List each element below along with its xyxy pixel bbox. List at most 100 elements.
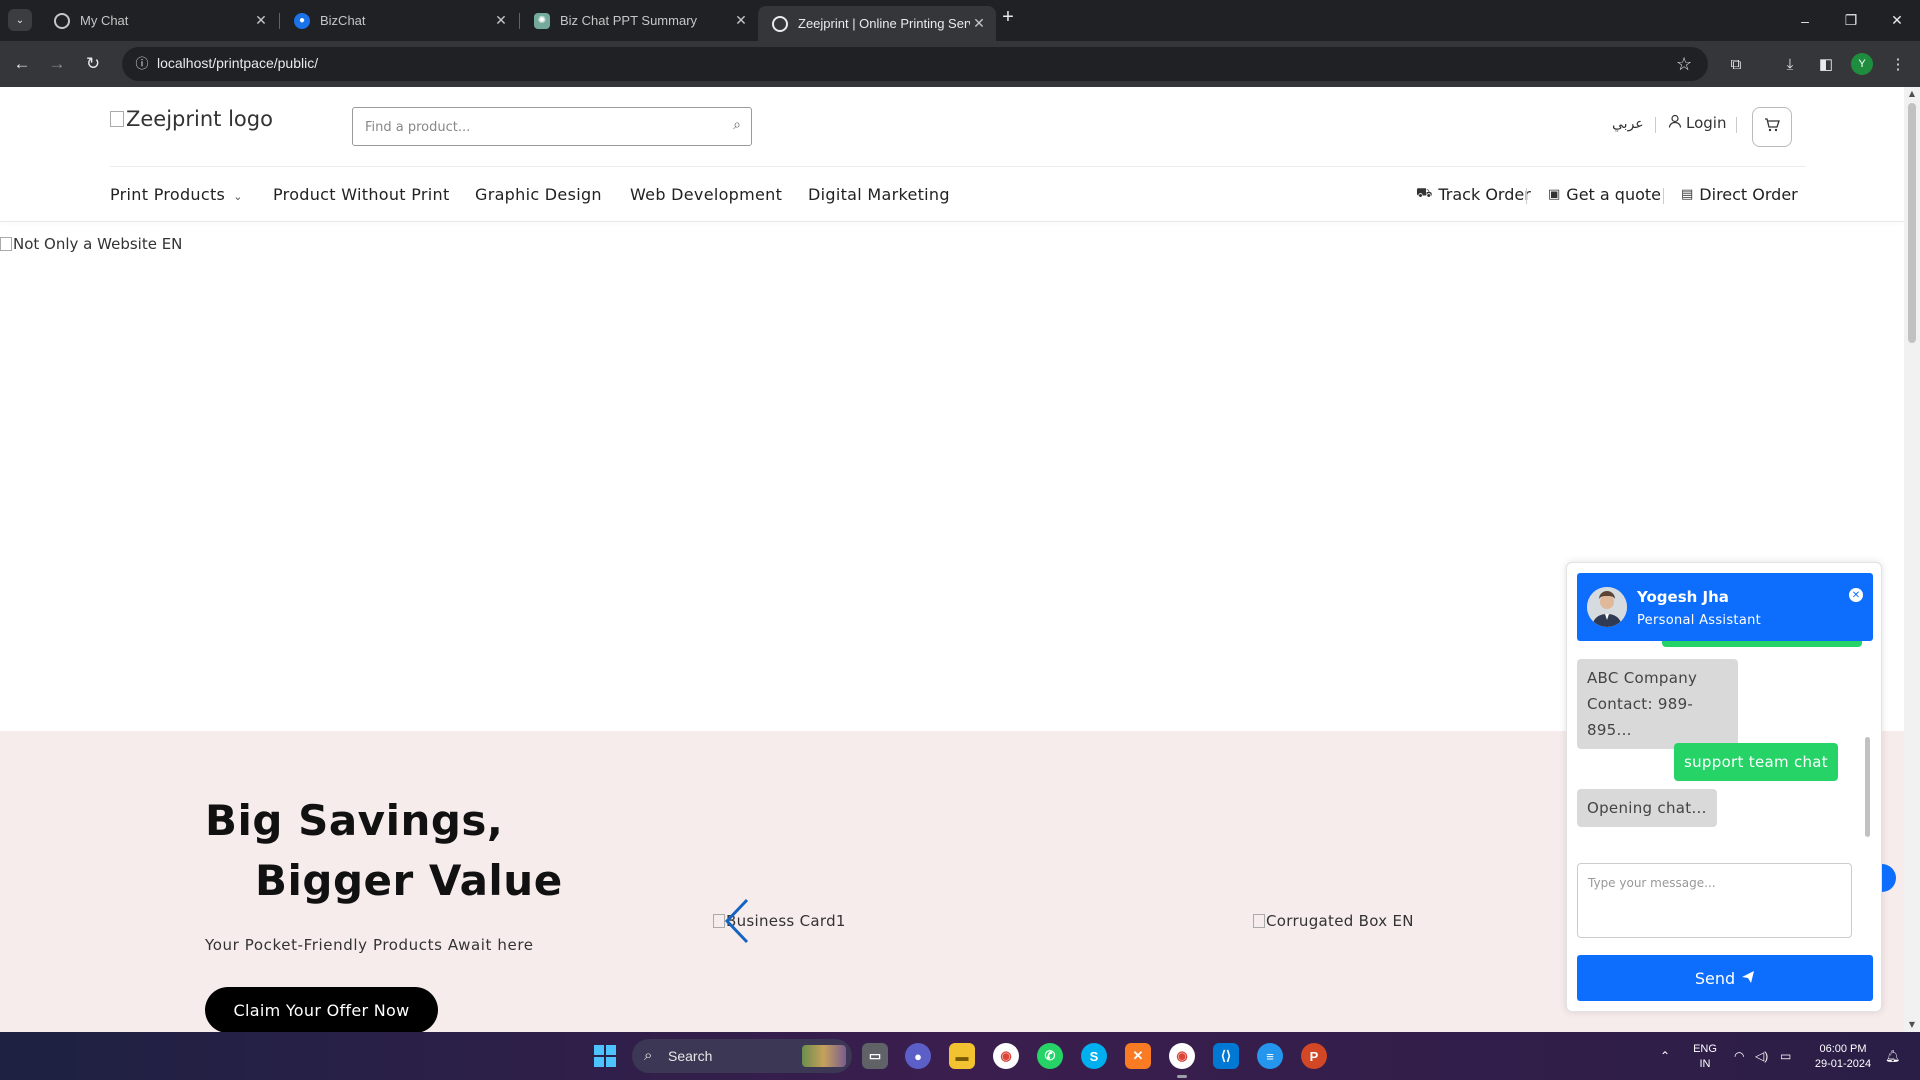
new-tab-button[interactable]: + <box>996 6 1020 29</box>
nav-web-development[interactable]: Web Development <box>630 185 782 204</box>
close-window-button[interactable]: ✕ <box>1874 0 1920 41</box>
side-panel-icon[interactable]: ◧ <box>1815 53 1837 75</box>
clock[interactable]: 06:00 PM 29-01-2024 <box>1808 1042 1878 1072</box>
claim-offer-button[interactable]: Claim Your Offer Now <box>205 987 438 1033</box>
search-highlight-image <box>802 1045 846 1067</box>
login-label: Login <box>1686 114 1727 132</box>
menu-kebab-icon[interactable]: ⋮ <box>1887 53 1909 75</box>
input-language-indicator[interactable]: ENG IN <box>1690 1042 1720 1072</box>
browser-tab-bar: ⌄ My Chat ✕ ● BizChat ✕ ✺ Biz Chat PPT S… <box>0 0 1920 41</box>
back-button[interactable]: ← <box>9 51 35 77</box>
docker-icon[interactable]: ≡ <box>1257 1043 1283 1069</box>
profile-avatar[interactable]: Y <box>1851 53 1873 75</box>
site-info-icon[interactable]: ⓘ <box>132 54 152 74</box>
scroll-up-icon[interactable]: ▲ <box>1904 87 1920 101</box>
chat-widget: Yogesh Jha Personal Assistant ✕ ABC Comp… <box>1566 562 1882 1012</box>
send-button[interactable]: Send <box>1577 955 1873 1001</box>
page-scrollbar[interactable]: ▲ ▼ <box>1904 87 1920 1032</box>
nav-product-without-print[interactable]: Product Without Print <box>273 185 450 204</box>
chrome-icon[interactable]: ◉ <box>993 1043 1019 1069</box>
login-link[interactable]: Login <box>1668 114 1726 132</box>
globe-icon <box>772 15 788 32</box>
xampp-icon[interactable]: ✕ <box>1125 1043 1151 1069</box>
tab-search-dropdown-icon[interactable]: ⌄ <box>8 9 32 31</box>
teams-chat-icon[interactable]: ● <box>905 1043 931 1069</box>
vscode-icon[interactable]: ⟨⟩ <box>1213 1043 1239 1069</box>
search-icon[interactable]: ⌕ <box>733 117 741 133</box>
cart-icon <box>1764 117 1780 137</box>
nav-digital-marketing[interactable]: Digital Marketing <box>808 185 950 204</box>
get-quote-link[interactable]: ▣ Get a quote <box>1548 185 1661 204</box>
chat-scrollbar[interactable] <box>1865 737 1870 837</box>
promo-subtitle: Your Pocket-Friendly Products Await here <box>205 936 534 954</box>
wifi-icon[interactable]: ◠ <box>1734 1032 1744 1080</box>
extensions-icon[interactable]: ⧉ <box>1725 53 1747 75</box>
corrugated-box-image[interactable]: Corrugated Box EN <box>1253 912 1414 930</box>
chrome-active-icon[interactable]: ◉ <box>1169 1043 1195 1078</box>
tab-biz-chat-ppt-summary[interactable]: ✺ Biz Chat PPT Summary ✕ <box>520 6 758 35</box>
agent-name: Yogesh Jha <box>1637 588 1729 606</box>
chat-message-input[interactable] <box>1577 863 1852 938</box>
browser-toolbar: ← → ↻ ⓘ localhost/printpace/public/ ☆ ⧉ … <box>0 41 1920 87</box>
bot-message: Opening chat... <box>1577 789 1717 827</box>
globe-icon <box>54 12 70 29</box>
close-tab-icon[interactable]: ✕ <box>970 15 988 32</box>
battery-icon[interactable]: ▭ <box>1780 1032 1791 1080</box>
tab-bizchat[interactable]: ● BizChat ✕ <box>280 6 518 35</box>
tab-my-chat[interactable]: My Chat ✕ <box>40 6 278 35</box>
close-tab-icon[interactable]: ✕ <box>732 12 750 29</box>
send-label: Send <box>1694 968 1736 988</box>
nav-print-products[interactable]: Print Products ⌄ <box>110 185 243 204</box>
address-bar[interactable]: ⓘ localhost/printpace/public/ <box>122 47 1708 81</box>
notification-bell-icon[interactable]: 🔔︎ <box>1885 1032 1900 1080</box>
skype-icon[interactable]: S <box>1081 1043 1107 1069</box>
language-switch[interactable]: عربي <box>1612 116 1644 132</box>
scroll-down-icon[interactable]: ▼ <box>1904 1018 1920 1032</box>
bot-message: ABC Company Contact: 989-895... <box>1577 659 1738 749</box>
close-chat-icon[interactable]: ✕ <box>1849 588 1863 602</box>
broken-image-icon <box>0 237 12 251</box>
show-hidden-icons-icon[interactable]: ⌃ <box>1660 1032 1670 1080</box>
chatgpt-logo-icon: ✺ <box>534 12 550 29</box>
agent-role: Personal Assistant <box>1637 613 1762 628</box>
carousel-prev-arrow-icon[interactable] <box>721 898 753 944</box>
search-icon: ⌕ <box>644 1047 653 1064</box>
minimize-button[interactable]: – <box>1782 0 1828 41</box>
track-order-link[interactable]: ⛟ Track Order <box>1416 185 1531 204</box>
restore-button[interactable]: ❐ <box>1828 0 1874 41</box>
whatsapp-icon[interactable]: ✆ <box>1037 1043 1063 1069</box>
lang-bottom: IN <box>1699 1058 1711 1070</box>
truck-icon: ⛟ <box>1416 186 1433 201</box>
url-text[interactable]: localhost/printpace/public/ <box>157 55 318 71</box>
user-message: support team chat <box>1674 743 1838 781</box>
nav-graphic-design[interactable]: Graphic Design <box>475 185 602 204</box>
cart-button[interactable] <box>1752 107 1792 147</box>
downloads-icon[interactable]: ⤓ <box>1779 53 1801 75</box>
forward-button[interactable]: → <box>44 51 70 77</box>
taskbar-search[interactable]: ⌕ Search <box>632 1039 852 1073</box>
hero-banner-image[interactable]: Not Only a Website EN <box>0 235 182 253</box>
search-placeholder: Find a product... <box>365 120 471 135</box>
bookmark-star-icon[interactable]: ☆ <box>1676 54 1692 75</box>
direct-order-link[interactable]: ▤ Direct Order <box>1681 185 1798 204</box>
bizchat-logo-icon: ● <box>294 12 310 29</box>
tab-zeejprint[interactable]: Zeejprint | Online Printing Servic ✕ <box>758 6 996 41</box>
volume-icon[interactable]: ◁) <box>1755 1032 1768 1080</box>
chevron-down-icon: ⌄ <box>233 190 243 203</box>
close-tab-icon[interactable]: ✕ <box>252 12 270 29</box>
powerpoint-icon[interactable]: P <box>1301 1043 1327 1069</box>
tab-title: My Chat <box>80 13 129 28</box>
file-explorer-icon[interactable]: ▬ <box>949 1043 975 1069</box>
reload-button[interactable]: ↻ <box>80 51 106 77</box>
promo-title-line1: Big Savings, <box>205 796 504 845</box>
site-logo[interactable]: Zeejprint logo <box>110 107 273 131</box>
order-icon: ▤ <box>1681 187 1694 202</box>
windows-start-icon[interactable] <box>594 1045 616 1067</box>
close-tab-icon[interactable]: ✕ <box>492 12 510 29</box>
scroll-thumb[interactable] <box>1908 103 1916 343</box>
broken-image-icon <box>110 111 124 127</box>
product-search-input[interactable]: Find a product... ⌕ <box>352 107 752 146</box>
task-view-icon[interactable]: ▭ <box>862 1043 888 1069</box>
tab-title: BizChat <box>320 13 366 28</box>
corrugated-box-alt-text: Corrugated Box EN <box>1266 912 1414 930</box>
